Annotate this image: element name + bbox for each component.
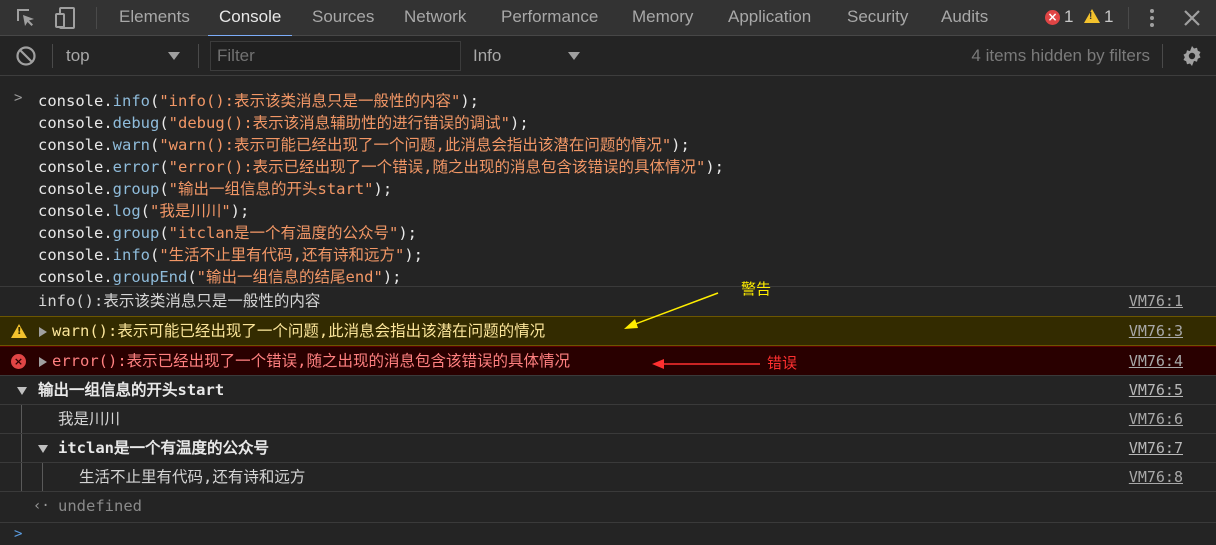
console-prompt-row[interactable]: > [0,522,1216,545]
command-line: console.group("itclan是一个有温度的公众号"); [38,224,417,242]
inspect-element-icon[interactable] [14,6,38,30]
source-link[interactable]: VM76:3 [1129,317,1183,346]
command-line: console.info("生活不止里有代码,还有诗和远方"); [38,246,423,264]
settings-gear-icon[interactable] [1180,44,1204,68]
tab-application[interactable]: Application [728,0,811,36]
console-message-error: × error():表示已经出现了一个错误,随之出现的消息包含该错误的具体情况 … [0,346,1216,376]
console-message-log: 我是川川 VM76:6 [0,404,1216,434]
more-options-icon[interactable] [1140,6,1164,30]
error-count: 1 [1064,7,1074,26]
message-text: 生活不止里有代码,还有诗和远方 [79,468,306,486]
tab-console[interactable]: Console [207,0,293,37]
warning-icon: ! [1084,9,1100,23]
toolbar-divider [198,44,199,68]
error-annotation-label: 错误 [767,354,798,372]
return-arrow-icon: ‹· [33,498,50,514]
chevron-down-icon[interactable] [168,52,180,60]
close-icon[interactable] [1180,6,1204,30]
devtools-tab-bar: Elements Console Sources Network Perform… [0,0,1216,37]
tab-network[interactable]: Network [404,0,466,36]
tab-elements[interactable]: Elements [119,0,190,36]
tab-audits[interactable]: Audits [941,0,988,36]
console-message-info: 生活不止里有代码,还有诗和远方 VM76:8 [0,462,1216,492]
group-indent-line [21,463,22,492]
source-link[interactable]: VM76:4 [1129,347,1183,376]
command-line: console.groupEnd("输出一组信息的结尾end"); [38,268,402,286]
message-text: 我是川川 [58,410,121,428]
source-link[interactable]: VM76:5 [1129,376,1183,405]
console-group-header[interactable]: itclan是一个有温度的公众号 VM76:7 [0,433,1216,463]
message-text: warn():表示可能已经出现了一个问题,此消息会指出该潜在问题的情况 [52,322,546,340]
group-title: itclan是一个有温度的公众号 [58,439,269,457]
error-icon: × [1045,10,1060,25]
warning-annotation-label: 警告 [741,280,772,298]
source-link[interactable]: VM76:6 [1129,405,1183,434]
toolbar-divider [96,7,97,29]
expand-arrow-icon[interactable] [39,327,47,337]
console-message-warning: ! warn():表示可能已经出现了一个问题,此消息会指出该潜在问题的情况 VM… [0,316,1216,346]
return-value-text: undefined [58,497,142,515]
command-line: console.warn("warn():表示可能已经出现了一个问题,此消息会指… [38,136,690,154]
warning-count-badge[interactable]: ! 1 [1084,0,1113,36]
collapse-arrow-icon[interactable] [17,387,27,395]
console-return-value: ‹· undefined [0,491,1216,522]
source-link[interactable]: VM76:8 [1129,463,1183,492]
expand-arrow-icon[interactable] [39,357,47,367]
console-message-info: info():表示该类消息只是一般性的内容 VM76:1 [0,286,1216,316]
source-link[interactable]: VM76:1 [1129,287,1183,316]
source-link[interactable]: VM76:7 [1129,434,1183,463]
log-level-selector[interactable]: Info [473,36,501,76]
error-count-badge[interactable]: × 1 [1045,0,1073,36]
group-indent-line [42,463,43,492]
toolbar-divider [1162,44,1163,68]
message-text: info():表示该类消息只是一般性的内容 [38,292,321,310]
command-line: console.group("输出一组信息的开头start"); [38,180,393,198]
context-selector[interactable]: top [66,36,90,76]
message-text: error():表示已经出现了一个错误,随之出现的消息包含该错误的具体情况 [52,352,570,370]
warning-icon: ! [11,324,27,338]
warning-count: 1 [1104,7,1114,26]
group-title: 输出一组信息的开头start [38,381,225,399]
filter-input[interactable] [210,41,461,71]
console-output: > console.info("info():表示该类消息只是一般性的内容");… [0,76,1216,545]
console-filter-bar: top Info 4 items hidden by filters [0,36,1216,76]
toolbar-divider [52,44,53,68]
command-line: console.log("我是川川"); [38,202,250,220]
clear-console-icon[interactable] [14,44,38,68]
group-indent-line [21,405,22,434]
group-indent-line [21,434,22,463]
tab-sources[interactable]: Sources [312,0,374,36]
command-line: console.info("info():表示该类消息只是一般性的内容"); [38,92,479,110]
tab-performance[interactable]: Performance [501,0,598,36]
command-line: console.error("error():表示已经出现了一个错误,随之出现的… [38,158,724,176]
console-group-header[interactable]: 输出一组信息的开头start VM76:5 [0,375,1216,405]
collapse-arrow-icon[interactable] [38,445,48,453]
device-toolbar-icon[interactable] [54,6,78,30]
chevron-down-icon[interactable] [568,52,580,60]
hidden-items-count: 4 items hidden by filters [971,46,1150,65]
tab-security[interactable]: Security [847,0,908,36]
toolbar-divider [1128,7,1129,29]
error-icon: × [11,354,26,369]
tab-memory[interactable]: Memory [632,0,693,36]
console-prompt-icon: > [14,526,23,542]
command-line: console.debug("debug():表示该消息辅助性的进行错误的调试"… [38,114,529,132]
command-prompt-icon: > [14,90,23,106]
